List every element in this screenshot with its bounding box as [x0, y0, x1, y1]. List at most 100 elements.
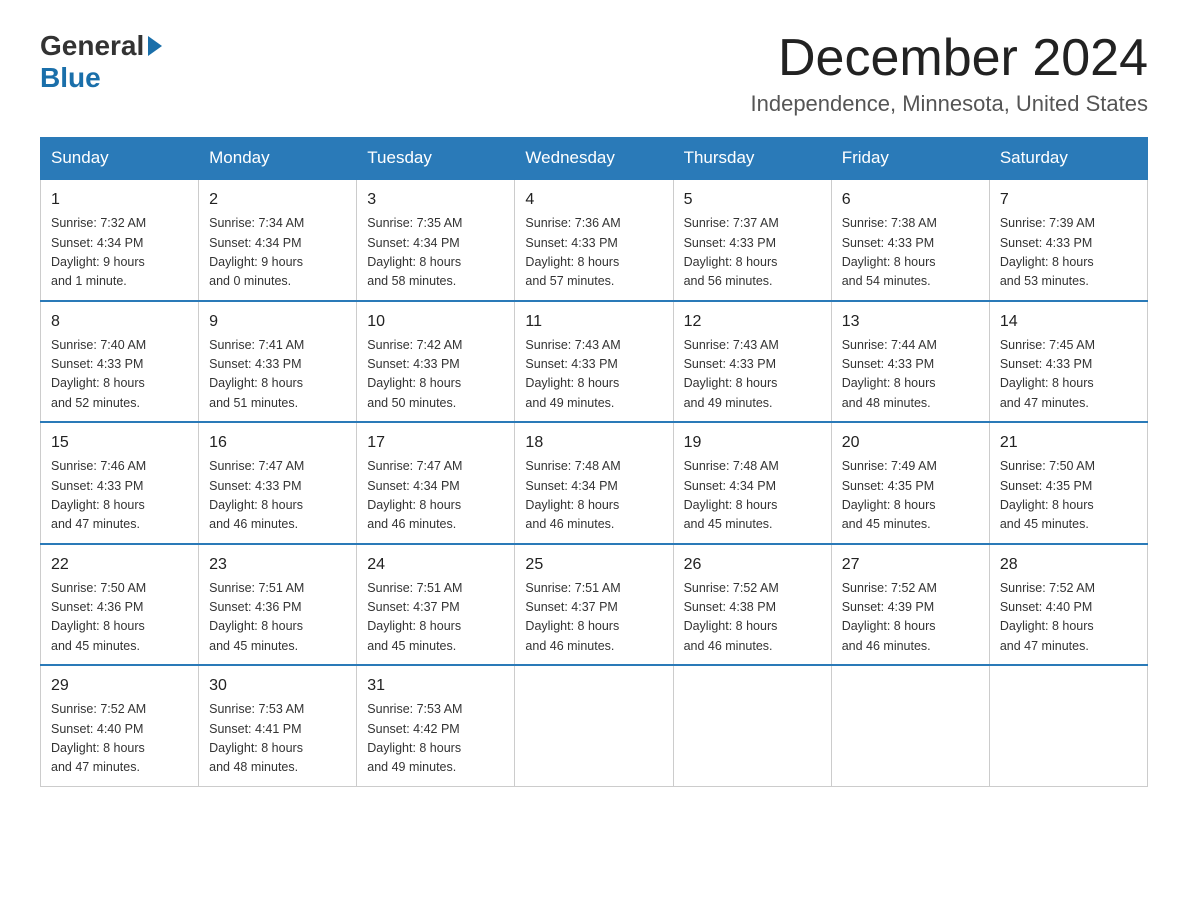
day-info: Sunrise: 7:44 AMSunset: 4:33 PMDaylight:…	[842, 336, 979, 414]
day-info: Sunrise: 7:37 AMSunset: 4:33 PMDaylight:…	[684, 214, 821, 292]
calendar-cell: 2 Sunrise: 7:34 AMSunset: 4:34 PMDayligh…	[199, 179, 357, 301]
day-number: 12	[684, 310, 821, 334]
day-number: 29	[51, 674, 188, 698]
week-row-4: 22 Sunrise: 7:50 AMSunset: 4:36 PMDaylig…	[41, 544, 1148, 666]
day-number: 14	[1000, 310, 1137, 334]
day-number: 25	[525, 553, 662, 577]
title-section: December 2024 Independence, Minnesota, U…	[751, 30, 1149, 117]
day-number: 9	[209, 310, 346, 334]
day-number: 28	[1000, 553, 1137, 577]
day-number: 8	[51, 310, 188, 334]
day-info: Sunrise: 7:43 AMSunset: 4:33 PMDaylight:…	[684, 336, 821, 414]
calendar-cell: 17 Sunrise: 7:47 AMSunset: 4:34 PMDaylig…	[357, 422, 515, 544]
day-number: 5	[684, 188, 821, 212]
calendar-cell	[989, 665, 1147, 786]
week-row-5: 29 Sunrise: 7:52 AMSunset: 4:40 PMDaylig…	[41, 665, 1148, 786]
weekday-header-monday: Monday	[199, 138, 357, 180]
day-info: Sunrise: 7:53 AMSunset: 4:41 PMDaylight:…	[209, 700, 346, 778]
day-info: Sunrise: 7:39 AMSunset: 4:33 PMDaylight:…	[1000, 214, 1137, 292]
day-info: Sunrise: 7:46 AMSunset: 4:33 PMDaylight:…	[51, 457, 188, 535]
day-number: 11	[525, 310, 662, 334]
day-number: 23	[209, 553, 346, 577]
day-info: Sunrise: 7:45 AMSunset: 4:33 PMDaylight:…	[1000, 336, 1137, 414]
calendar-cell: 9 Sunrise: 7:41 AMSunset: 4:33 PMDayligh…	[199, 301, 357, 423]
calendar-cell: 24 Sunrise: 7:51 AMSunset: 4:37 PMDaylig…	[357, 544, 515, 666]
calendar-cell: 21 Sunrise: 7:50 AMSunset: 4:35 PMDaylig…	[989, 422, 1147, 544]
day-number: 20	[842, 431, 979, 455]
calendar-cell: 12 Sunrise: 7:43 AMSunset: 4:33 PMDaylig…	[673, 301, 831, 423]
day-number: 18	[525, 431, 662, 455]
calendar-cell: 5 Sunrise: 7:37 AMSunset: 4:33 PMDayligh…	[673, 179, 831, 301]
calendar-cell: 18 Sunrise: 7:48 AMSunset: 4:34 PMDaylig…	[515, 422, 673, 544]
day-number: 6	[842, 188, 979, 212]
calendar-cell: 16 Sunrise: 7:47 AMSunset: 4:33 PMDaylig…	[199, 422, 357, 544]
day-number: 16	[209, 431, 346, 455]
calendar-cell: 28 Sunrise: 7:52 AMSunset: 4:40 PMDaylig…	[989, 544, 1147, 666]
day-info: Sunrise: 7:35 AMSunset: 4:34 PMDaylight:…	[367, 214, 504, 292]
day-number: 30	[209, 674, 346, 698]
calendar-cell: 31 Sunrise: 7:53 AMSunset: 4:42 PMDaylig…	[357, 665, 515, 786]
day-number: 19	[684, 431, 821, 455]
calendar-cell: 6 Sunrise: 7:38 AMSunset: 4:33 PMDayligh…	[831, 179, 989, 301]
day-info: Sunrise: 7:48 AMSunset: 4:34 PMDaylight:…	[525, 457, 662, 535]
calendar-cell	[673, 665, 831, 786]
day-info: Sunrise: 7:41 AMSunset: 4:33 PMDaylight:…	[209, 336, 346, 414]
day-number: 4	[525, 188, 662, 212]
weekday-header-saturday: Saturday	[989, 138, 1147, 180]
calendar-cell: 30 Sunrise: 7:53 AMSunset: 4:41 PMDaylig…	[199, 665, 357, 786]
day-number: 27	[842, 553, 979, 577]
calendar-cell: 19 Sunrise: 7:48 AMSunset: 4:34 PMDaylig…	[673, 422, 831, 544]
day-info: Sunrise: 7:47 AMSunset: 4:33 PMDaylight:…	[209, 457, 346, 535]
day-number: 26	[684, 553, 821, 577]
day-info: Sunrise: 7:52 AMSunset: 4:39 PMDaylight:…	[842, 579, 979, 657]
logo-blue-text: Blue	[40, 62, 101, 94]
calendar-cell	[515, 665, 673, 786]
week-row-3: 15 Sunrise: 7:46 AMSunset: 4:33 PMDaylig…	[41, 422, 1148, 544]
day-number: 22	[51, 553, 188, 577]
calendar-cell: 15 Sunrise: 7:46 AMSunset: 4:33 PMDaylig…	[41, 422, 199, 544]
day-info: Sunrise: 7:43 AMSunset: 4:33 PMDaylight:…	[525, 336, 662, 414]
month-year-title: December 2024	[751, 30, 1149, 87]
weekday-header-thursday: Thursday	[673, 138, 831, 180]
calendar-cell: 11 Sunrise: 7:43 AMSunset: 4:33 PMDaylig…	[515, 301, 673, 423]
weekday-header-sunday: Sunday	[41, 138, 199, 180]
day-number: 17	[367, 431, 504, 455]
day-info: Sunrise: 7:38 AMSunset: 4:33 PMDaylight:…	[842, 214, 979, 292]
day-number: 21	[1000, 431, 1137, 455]
calendar-cell: 23 Sunrise: 7:51 AMSunset: 4:36 PMDaylig…	[199, 544, 357, 666]
day-number: 24	[367, 553, 504, 577]
day-info: Sunrise: 7:34 AMSunset: 4:34 PMDaylight:…	[209, 214, 346, 292]
day-info: Sunrise: 7:51 AMSunset: 4:36 PMDaylight:…	[209, 579, 346, 657]
calendar-cell: 25 Sunrise: 7:51 AMSunset: 4:37 PMDaylig…	[515, 544, 673, 666]
day-info: Sunrise: 7:53 AMSunset: 4:42 PMDaylight:…	[367, 700, 504, 778]
day-number: 13	[842, 310, 979, 334]
day-info: Sunrise: 7:52 AMSunset: 4:40 PMDaylight:…	[51, 700, 188, 778]
day-info: Sunrise: 7:51 AMSunset: 4:37 PMDaylight:…	[367, 579, 504, 657]
day-info: Sunrise: 7:42 AMSunset: 4:33 PMDaylight:…	[367, 336, 504, 414]
page-header: General Blue December 2024 Independence,…	[40, 30, 1148, 117]
calendar-cell: 3 Sunrise: 7:35 AMSunset: 4:34 PMDayligh…	[357, 179, 515, 301]
weekday-header-tuesday: Tuesday	[357, 138, 515, 180]
day-info: Sunrise: 7:40 AMSunset: 4:33 PMDaylight:…	[51, 336, 188, 414]
calendar-cell: 29 Sunrise: 7:52 AMSunset: 4:40 PMDaylig…	[41, 665, 199, 786]
calendar-table: SundayMondayTuesdayWednesdayThursdayFrid…	[40, 137, 1148, 787]
day-info: Sunrise: 7:52 AMSunset: 4:38 PMDaylight:…	[684, 579, 821, 657]
logo-general-text: General	[40, 30, 144, 62]
day-info: Sunrise: 7:50 AMSunset: 4:35 PMDaylight:…	[1000, 457, 1137, 535]
calendar-cell: 26 Sunrise: 7:52 AMSunset: 4:38 PMDaylig…	[673, 544, 831, 666]
day-info: Sunrise: 7:51 AMSunset: 4:37 PMDaylight:…	[525, 579, 662, 657]
day-info: Sunrise: 7:36 AMSunset: 4:33 PMDaylight:…	[525, 214, 662, 292]
day-number: 31	[367, 674, 504, 698]
calendar-cell: 20 Sunrise: 7:49 AMSunset: 4:35 PMDaylig…	[831, 422, 989, 544]
day-number: 3	[367, 188, 504, 212]
calendar-cell: 10 Sunrise: 7:42 AMSunset: 4:33 PMDaylig…	[357, 301, 515, 423]
day-info: Sunrise: 7:52 AMSunset: 4:40 PMDaylight:…	[1000, 579, 1137, 657]
calendar-header-row: SundayMondayTuesdayWednesdayThursdayFrid…	[41, 138, 1148, 180]
week-row-2: 8 Sunrise: 7:40 AMSunset: 4:33 PMDayligh…	[41, 301, 1148, 423]
calendar-cell: 8 Sunrise: 7:40 AMSunset: 4:33 PMDayligh…	[41, 301, 199, 423]
day-number: 2	[209, 188, 346, 212]
day-info: Sunrise: 7:50 AMSunset: 4:36 PMDaylight:…	[51, 579, 188, 657]
day-info: Sunrise: 7:49 AMSunset: 4:35 PMDaylight:…	[842, 457, 979, 535]
calendar-cell	[831, 665, 989, 786]
day-info: Sunrise: 7:48 AMSunset: 4:34 PMDaylight:…	[684, 457, 821, 535]
